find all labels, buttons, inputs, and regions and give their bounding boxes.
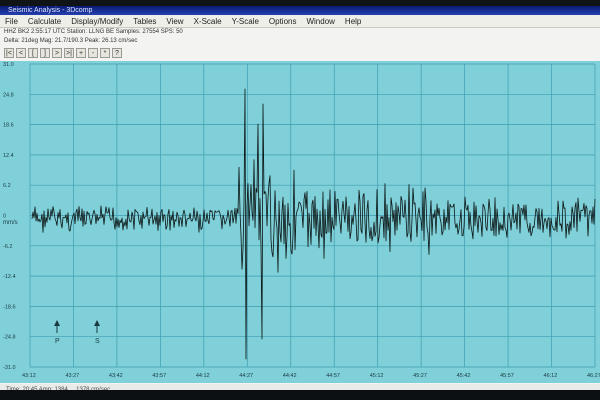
y-tick-label: 12.4 (3, 153, 14, 159)
menu-calculate[interactable]: Calculate (23, 17, 66, 26)
y-tick-label: 18.6 (3, 123, 14, 129)
horizontal-gridlines (30, 63, 595, 368)
previous-button[interactable]: < (16, 48, 26, 58)
y-tick-label: -24.8 (3, 335, 16, 341)
x-tick-label: 43:57 (152, 373, 166, 379)
seismogram-svg[interactable]: 31.0 24.8 18.6 12.4 6.2 0 -6.2 -12.4 -18.6 -24.8 -… (0, 61, 600, 383)
menu-window[interactable]: Window (301, 17, 339, 26)
zoom-out-button[interactable]: - (88, 48, 98, 58)
seismogram-plot[interactable]: 31.0 24.8 18.6 12.4 6.2 0 -6.2 -12.4 -18.6 -24.8 -… (0, 61, 600, 383)
p-arrival-marker[interactable]: P (54, 320, 60, 345)
x-tick-label: 43:42 (109, 373, 123, 379)
y-tick-label: -12.4 (3, 274, 16, 280)
app-window: Seismic Analysis - 3Dcomp File Calculate… (0, 6, 600, 396)
menu-display-modify[interactable]: Display/Modify (66, 17, 128, 26)
zoom-in-button[interactable]: + (76, 48, 86, 58)
menu-file[interactable]: File (0, 17, 23, 26)
x-tick-label: 45:12 (370, 373, 384, 379)
waveform-trace (31, 88, 596, 360)
event-info-line: Delta: 21deg Mag: 21.7/190.3 Peak: 26.13… (4, 38, 138, 44)
x-tick-label: 45:27 (413, 373, 427, 379)
menu-view[interactable]: View (161, 17, 188, 26)
y-tick-label: 0 (3, 214, 6, 220)
y-tick-label: -6.2 (3, 244, 12, 250)
station-info-line: HHZ BK2 2:55:17 UTC Station: LLNG BE Sam… (4, 29, 183, 35)
x-tick-label: 44:57 (326, 373, 340, 379)
menu-y-scale[interactable]: Y-Scale (227, 17, 264, 26)
x-tick-label: 44:42 (283, 373, 297, 379)
y-tick-label: -18.6 (3, 304, 16, 310)
x-tick-label: 43:12 (22, 373, 36, 379)
toolbar: |< < [ ] > >| + - * ? (0, 46, 600, 60)
window-title: Seismic Analysis - 3Dcomp (0, 6, 600, 15)
x-tick-label: 44:27 (239, 373, 253, 379)
s-arrival-marker[interactable]: S (94, 320, 100, 345)
x-tick-label: 43:27 (65, 373, 79, 379)
mark-start-button[interactable]: [ (28, 48, 38, 58)
monitor-bezel-bottom (0, 390, 600, 400)
menu-x-scale[interactable]: X-Scale (189, 17, 227, 26)
x-axis-tick-labels: 43:12 43:27 43:42 43:57 44:12 44:27 44:42 44:57… (22, 373, 600, 379)
y-axis-unit-label: mm/s (3, 220, 18, 226)
help-button[interactable]: ? (112, 48, 122, 58)
p-arrival-label: P (55, 338, 60, 345)
x-tick-label: 45:57 (500, 373, 514, 379)
menu-tables[interactable]: Tables (128, 17, 161, 26)
menu-bar: File Calculate Display/Modify Tables Vie… (0, 15, 600, 28)
x-tick-label: 46:27 (587, 373, 600, 379)
s-arrival-label: S (95, 338, 100, 345)
next-button[interactable]: > (52, 48, 62, 58)
menu-help[interactable]: Help (340, 17, 366, 26)
first-button[interactable]: |< (4, 48, 14, 58)
y-tick-label: 6.2 (3, 183, 11, 189)
mark-end-button[interactable]: ] (40, 48, 50, 58)
y-tick-label: 31.0 (3, 62, 14, 68)
x-tick-label: 46:12 (544, 373, 558, 379)
x-tick-label: 44:12 (196, 373, 210, 379)
y-axis-tick-labels: 31.0 24.8 18.6 12.4 6.2 0 -6.2 -12.4 -18.6 -24.8 -… (3, 62, 16, 371)
last-button[interactable]: >| (64, 48, 74, 58)
record-button[interactable]: * (100, 48, 110, 58)
menu-options[interactable]: Options (264, 17, 302, 26)
y-tick-label: 24.8 (3, 92, 14, 98)
y-tick-label: -31.0 (3, 365, 16, 371)
x-tick-label: 45:42 (457, 373, 471, 379)
